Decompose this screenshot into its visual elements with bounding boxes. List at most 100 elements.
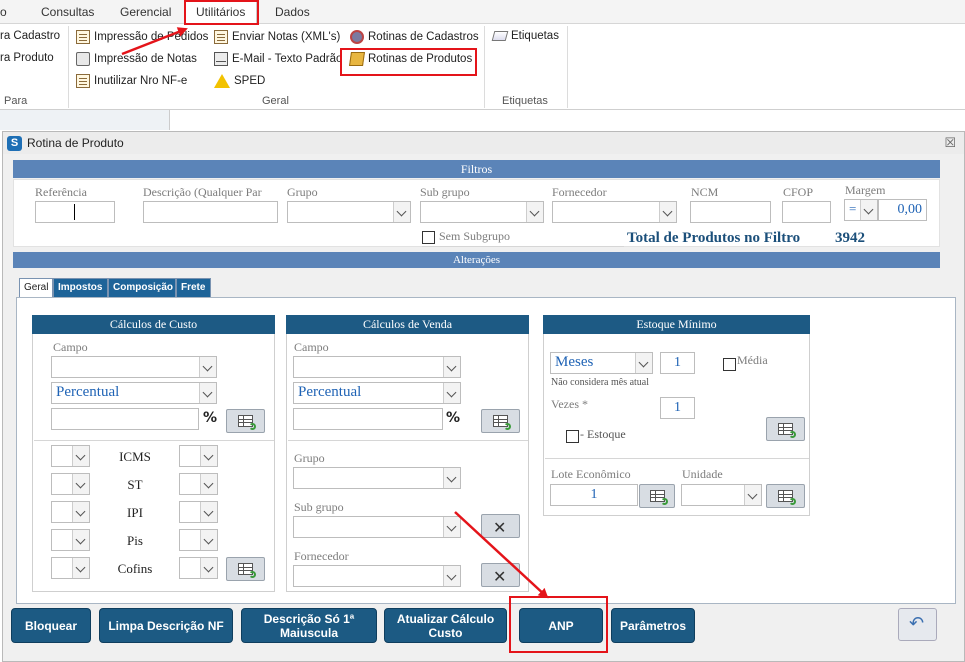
venda-subgrupo-select[interactable] — [293, 516, 461, 538]
atualizar-calculo-custo-button[interactable]: Atualizar Cálculo Custo — [384, 608, 507, 643]
chevron-down-icon[interactable] — [72, 558, 89, 578]
venda-fornecedor-select[interactable] — [293, 565, 461, 587]
chevron-down-icon[interactable] — [443, 566, 460, 586]
unidade-calc-button[interactable] — [766, 484, 805, 508]
grupo-select[interactable] — [287, 201, 411, 223]
cofins-right-select[interactable] — [179, 557, 218, 579]
inutilizar-nfe-button[interactable]: Inutilizar Nro NF-e — [76, 74, 187, 88]
margem-operator-select[interactable]: = — [844, 199, 878, 221]
chevron-down-icon[interactable] — [443, 383, 460, 403]
chevron-down-icon[interactable] — [199, 383, 216, 403]
chevron-down-icon[interactable] — [443, 468, 460, 488]
venda-campo-select[interactable] — [293, 356, 461, 378]
chevron-down-icon[interactable] — [443, 357, 460, 377]
lote-calc-button[interactable] — [639, 484, 675, 508]
tab-impostos[interactable]: Impostos — [53, 278, 108, 298]
ribbon-cadastro-item[interactable]: ra Cadastro — [0, 30, 60, 42]
custo-campo-select[interactable] — [51, 356, 217, 378]
venda-calc-button[interactable] — [481, 409, 520, 433]
table-refresh-icon — [238, 563, 256, 578]
st-right-select[interactable] — [179, 473, 218, 495]
bloquear-button[interactable]: Bloquear — [11, 608, 91, 643]
menu-tab-gerencial[interactable]: Gerencial — [120, 5, 171, 19]
chevron-down-icon[interactable] — [200, 530, 217, 550]
chevron-down-icon[interactable] — [659, 202, 676, 222]
chevron-down-icon[interactable] — [200, 558, 217, 578]
unidade-select[interactable] — [681, 484, 762, 506]
close-icon[interactable]: ☒ — [944, 135, 956, 151]
pis-right-select[interactable] — [179, 529, 218, 551]
chevron-down-icon[interactable] — [526, 202, 543, 222]
st-left-select[interactable] — [51, 473, 90, 495]
highlight-anp — [509, 596, 608, 653]
venda-grupo-select[interactable] — [293, 467, 461, 489]
margem-input[interactable]: 0,00 — [878, 199, 927, 221]
calculos-custo-box: Cálculos de Custo Campo Percentual % ICM… — [32, 315, 275, 592]
ncm-input[interactable] — [690, 201, 771, 223]
venda-subgrupo-clear-button[interactable]: ✕ — [481, 514, 520, 538]
etiquetas-button[interactable]: Etiquetas — [491, 30, 559, 42]
chevron-down-icon[interactable] — [72, 446, 89, 466]
chevron-down-icon[interactable] — [72, 530, 89, 550]
chevron-down-icon[interactable] — [200, 474, 217, 494]
custo-calc-button[interactable] — [226, 409, 265, 433]
icms-right-select[interactable] — [179, 445, 218, 467]
parametros-button[interactable]: Parâmetros — [611, 608, 695, 643]
cofins-left-select[interactable] — [51, 557, 90, 579]
table-refresh-icon — [650, 490, 668, 505]
pis-left-select[interactable] — [51, 529, 90, 551]
email-texto-button[interactable]: E-Mail - Texto Padrão — [214, 52, 342, 66]
lote-economico-input[interactable]: 1 — [550, 484, 638, 506]
chevron-down-icon[interactable] — [72, 502, 89, 522]
chevron-down-icon[interactable] — [443, 517, 460, 537]
fornecedor-select[interactable] — [552, 201, 677, 223]
icms-left-select[interactable] — [51, 445, 90, 467]
chevron-down-icon[interactable] — [200, 502, 217, 522]
menu-tab-dados[interactable]: Dados — [275, 5, 310, 19]
impressao-pedidos-button[interactable]: Impressão de Pedidos — [76, 30, 208, 44]
referencia-input[interactable] — [35, 201, 115, 223]
estoque-calc-button[interactable] — [766, 417, 805, 441]
estoque-periodo-qtd-input[interactable]: 1 — [660, 352, 695, 374]
subgrupo-select[interactable] — [420, 201, 544, 223]
ipi-right-select[interactable] — [179, 501, 218, 523]
descricao-input[interactable] — [143, 201, 278, 223]
estoque-periodo-select[interactable]: Meses — [550, 352, 653, 374]
chevron-down-icon[interactable] — [860, 200, 877, 220]
alteracoes-header: Alterações — [13, 252, 940, 268]
custo-valor-input[interactable] — [51, 408, 199, 430]
ipi-left-select[interactable] — [51, 501, 90, 523]
custo-tipo-select[interactable]: Percentual — [51, 382, 217, 404]
tab-geral[interactable]: Geral — [19, 278, 53, 299]
rotina-produto-window: S Rotina de Produto ☒ Filtros Referência… — [2, 131, 965, 662]
sped-button[interactable]: SPED — [214, 74, 265, 88]
descricao-maiuscula-button[interactable]: Descrição Só 1ª Maiuscula — [241, 608, 377, 643]
back-button[interactable]: ↶ — [898, 608, 937, 641]
vezes-input[interactable]: 1 — [660, 397, 695, 419]
chevron-down-icon[interactable] — [393, 202, 410, 222]
media-checkbox[interactable] — [723, 358, 736, 371]
venda-fornecedor-clear-button[interactable]: ✕ — [481, 563, 520, 587]
chevron-down-icon[interactable] — [635, 353, 652, 373]
menu-bar: o Consultas Gerencial Utilitários Dados — [0, 0, 965, 25]
estoque-checkbox[interactable] — [566, 430, 579, 443]
ribbon-produto-item[interactable]: ra Produto — [0, 52, 54, 64]
tab-frete[interactable]: Frete — [176, 278, 211, 298]
chevron-down-icon[interactable] — [744, 485, 761, 505]
tab-composicao[interactable]: Composição — [108, 278, 176, 298]
menu-tab-partial[interactable]: o — [0, 5, 7, 19]
rotinas-cadastros-button[interactable]: Rotinas de Cadastros — [350, 30, 479, 44]
cfop-input[interactable] — [782, 201, 831, 223]
limpa-descricao-nf-button[interactable]: Limpa Descrição NF — [99, 608, 233, 643]
venda-tipo-select[interactable]: Percentual — [293, 382, 461, 404]
menu-tab-consultas[interactable]: Consultas — [41, 5, 94, 19]
impostos-calc-button[interactable] — [226, 557, 265, 581]
impressao-notas-button[interactable]: Impressão de Notas — [76, 52, 197, 66]
chevron-down-icon[interactable] — [200, 446, 217, 466]
chevron-down-icon[interactable] — [72, 474, 89, 494]
chevron-down-icon[interactable] — [199, 357, 216, 377]
venda-valor-input[interactable] — [293, 408, 443, 430]
close-icon: ✕ — [493, 518, 507, 537]
sem-subgrupo-checkbox[interactable] — [422, 231, 435, 244]
enviar-notas-button[interactable]: Enviar Notas (XML's) — [214, 30, 340, 44]
